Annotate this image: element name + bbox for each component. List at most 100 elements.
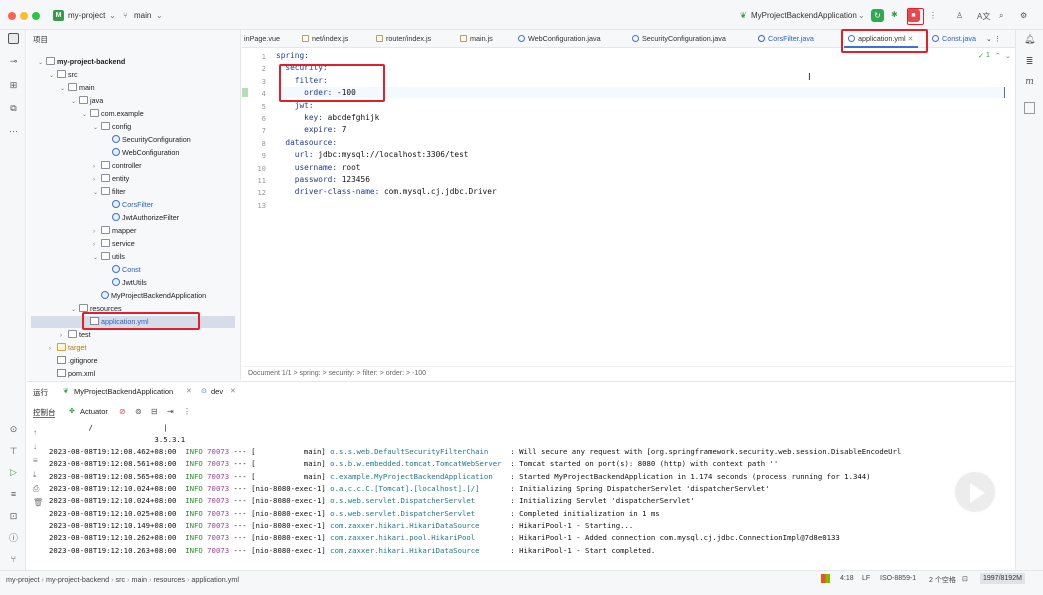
run-tool-icon[interactable]: ▷ — [8, 467, 19, 478]
git-icon[interactable]: ⑂ — [8, 554, 19, 565]
editor-tab[interactable]: WebConfiguration.java — [518, 34, 601, 43]
tree-item[interactable]: JwtAuthorizeFilter — [104, 212, 179, 224]
user-icon[interactable]: ♙ — [956, 11, 963, 20]
file-encoding[interactable]: ISO-8859-1 — [880, 575, 916, 582]
code-line[interactable]: url: jdbc:mysql://localhost:3306/test — [276, 150, 469, 159]
status-breadcrumb-item[interactable]: src — [115, 575, 125, 584]
rerun-button[interactable]: ↻ — [871, 9, 884, 22]
more-options-icon[interactable]: ⋮ — [929, 11, 937, 20]
chevron-down-icon[interactable]: ⌄ — [71, 304, 79, 316]
chevron-down-icon[interactable]: ⌄ — [93, 252, 101, 264]
search-icon[interactable]: ⌕ — [999, 11, 1003, 21]
database-icon[interactable]: ≣ — [1024, 56, 1035, 67]
code-line[interactable]: expire: 7 — [276, 125, 346, 134]
filter-icon[interactable]: ⊟ — [151, 407, 158, 416]
more-options-icon[interactable]: ⋮ — [183, 407, 191, 416]
chevron-down-icon[interactable]: ⌄ — [93, 187, 101, 199]
tree-item[interactable]: JwtUtils — [104, 277, 147, 289]
tree-item[interactable]: ⌄ com.example — [82, 108, 144, 120]
inspection-check-icon[interactable]: ✓ — [978, 52, 984, 60]
maximize-window-button[interactable] — [32, 12, 40, 20]
project-panel-title[interactable]: 项目 — [33, 34, 48, 45]
chevron-right-icon[interactable]: › — [60, 330, 68, 342]
chevron-down-icon[interactable]: ⌄ — [71, 96, 79, 108]
code-line[interactable]: key: abcdefghijk — [276, 113, 379, 122]
branch-switcher[interactable]: main — [134, 11, 151, 20]
todo-icon[interactable]: ≡ — [8, 489, 19, 500]
build-icon[interactable]: ⊤ — [8, 446, 19, 457]
run-tab-app[interactable]: MyProjectBackendApplication — [74, 387, 173, 396]
project-view-icon[interactable] — [8, 33, 19, 44]
tree-item[interactable]: MyProjectBackendApplication — [93, 290, 206, 302]
run-tab-dev[interactable]: dev — [211, 387, 223, 396]
editor-tab[interactable]: Const.java — [932, 34, 976, 43]
editor-tab[interactable]: net/index.js — [302, 34, 348, 43]
more-tools-icon[interactable]: ⋯ — [8, 126, 19, 137]
scrollbar-thumb[interactable] — [1024, 102, 1035, 114]
status-breadcrumb-item[interactable]: application.yml — [191, 575, 239, 584]
tree-item[interactable]: SecurityConfiguration — [104, 134, 191, 146]
tree-item[interactable]: › mapper — [93, 225, 136, 237]
code-line[interactable]: datasource: — [276, 138, 337, 147]
chevron-down-icon[interactable]: ⌄ — [60, 83, 68, 95]
status-breadcrumb-item[interactable]: resources — [153, 575, 185, 584]
close-icon[interactable]: ✕ — [230, 387, 236, 395]
code-line[interactable]: spring: — [276, 51, 309, 60]
tree-item[interactable]: › entity — [93, 173, 129, 185]
print-icon[interactable]: ⎙ — [33, 484, 39, 494]
play-overlay[interactable] — [953, 470, 997, 514]
tree-item[interactable]: › target — [49, 342, 86, 354]
project-switcher[interactable]: my-project — [68, 11, 105, 20]
delete-icon[interactable]: 🗑︎ — [33, 498, 43, 507]
tree-item[interactable]: ⌄ filter — [93, 186, 126, 198]
memory-indicator[interactable]: 1997/8192M — [980, 573, 1025, 584]
tree-item[interactable]: › controller — [93, 160, 142, 172]
run-config-selector[interactable]: MyProjectBackendApplication — [751, 11, 857, 20]
structure-icon[interactable]: ⊞ — [8, 80, 19, 91]
tree-item[interactable]: .gitignore — [49, 355, 98, 367]
inspection-count[interactable]: 1 — [986, 52, 990, 59]
indent-setting[interactable]: 2 个空格 — [929, 575, 956, 585]
lock-icon[interactable]: ⊡ — [962, 575, 968, 583]
code-line[interactable]: username: root — [276, 163, 361, 172]
editor-breadcrumb[interactable]: Document 1/1 > spring: > security: > fil… — [242, 366, 1015, 380]
gear-icon[interactable]: ⚙ — [1020, 11, 1027, 20]
status-breadcrumb-item[interactable]: my-project-backend — [46, 575, 109, 584]
editor-tab[interactable]: inPage.vue — [244, 34, 280, 43]
status-breadcrumb-item[interactable]: my-project — [6, 575, 40, 584]
tree-item[interactable]: ⌄ java — [71, 95, 103, 107]
chevron-down-icon[interactable]: ⌄ — [82, 109, 90, 121]
tree-item[interactable]: ⌄ main — [60, 82, 95, 94]
code-line[interactable]: password: 123456 — [276, 175, 370, 184]
tree-item[interactable]: WebConfiguration — [104, 147, 179, 159]
problems-icon[interactable]: ⓘ — [8, 533, 19, 544]
close-window-button[interactable] — [8, 12, 16, 20]
status-breadcrumb-item[interactable]: main — [131, 575, 147, 584]
chevron-right-icon[interactable]: › — [93, 174, 101, 186]
scroll-down-icon[interactable]: ↓ — [33, 442, 37, 451]
chevron-right-icon[interactable]: › — [93, 239, 101, 251]
bookmarks-icon[interactable]: ⧉ — [8, 103, 19, 114]
chevron-down-icon[interactable]: ⌄ — [38, 57, 46, 69]
translate-icon[interactable]: A文 — [977, 11, 990, 22]
export-icon[interactable]: ⇥ — [167, 407, 174, 416]
close-icon[interactable]: ✕ — [186, 387, 192, 395]
chevron-down-icon[interactable]: ⌄ — [93, 122, 101, 134]
editor-tab[interactable]: router/index.js — [376, 34, 431, 43]
tree-item[interactable]: Const — [104, 264, 141, 276]
editor-tab[interactable]: CorsFilter.java — [758, 34, 814, 43]
tab-overflow-icon[interactable]: ⌄ ⋮ — [986, 34, 1001, 43]
caret-position[interactable]: 4:18 — [840, 575, 854, 582]
tree-item[interactable]: ⌄ utils — [93, 251, 125, 263]
tree-item[interactable]: ⌄ my-project-backend — [38, 56, 125, 68]
chevron-right-icon[interactable]: › — [93, 226, 101, 238]
notifications-icon[interactable]: 🔔︎ — [1024, 34, 1035, 45]
scroll-to-end-icon[interactable]: ⤓ — [33, 470, 37, 480]
tree-item[interactable]: › service — [93, 238, 135, 250]
line-separator[interactable]: LF — [862, 575, 870, 582]
tree-item[interactable]: ⌄ src — [49, 69, 78, 81]
chevron-down-icon[interactable]: ⌄ — [1005, 52, 1011, 60]
editor-tab[interactable]: SecurityConfiguration.java — [632, 34, 726, 43]
tab-actuator[interactable]: Actuator — [80, 407, 108, 416]
tree-item[interactable]: ⌄ config — [93, 121, 131, 133]
